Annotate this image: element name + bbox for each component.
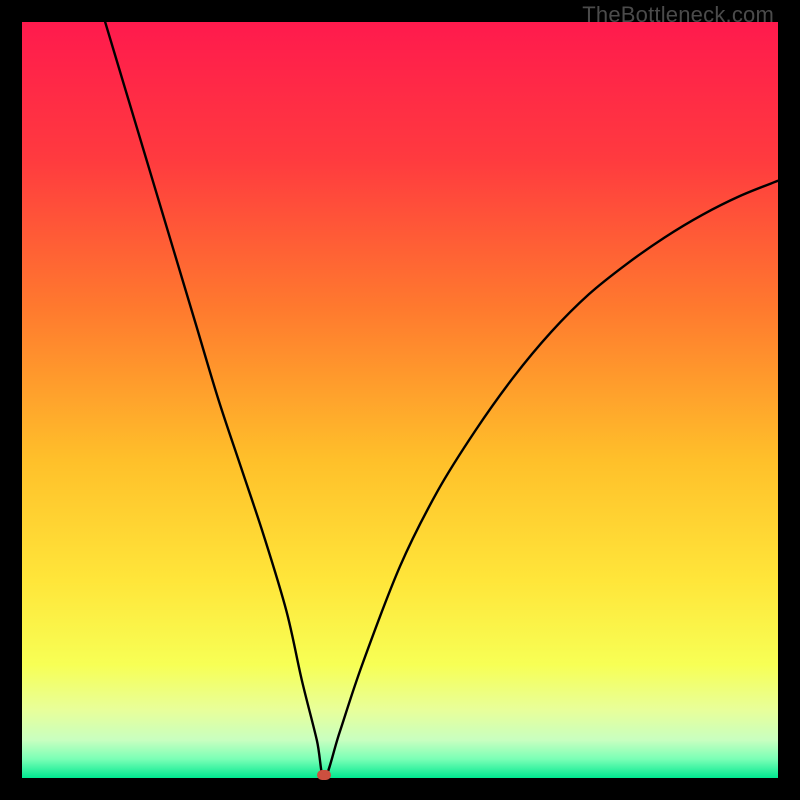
chart-frame: TheBottleneck.com xyxy=(0,0,800,800)
bottleneck-curve xyxy=(22,22,778,778)
watermark-text: TheBottleneck.com xyxy=(582,2,774,28)
plot-area xyxy=(22,22,778,778)
minimum-marker xyxy=(317,770,331,780)
